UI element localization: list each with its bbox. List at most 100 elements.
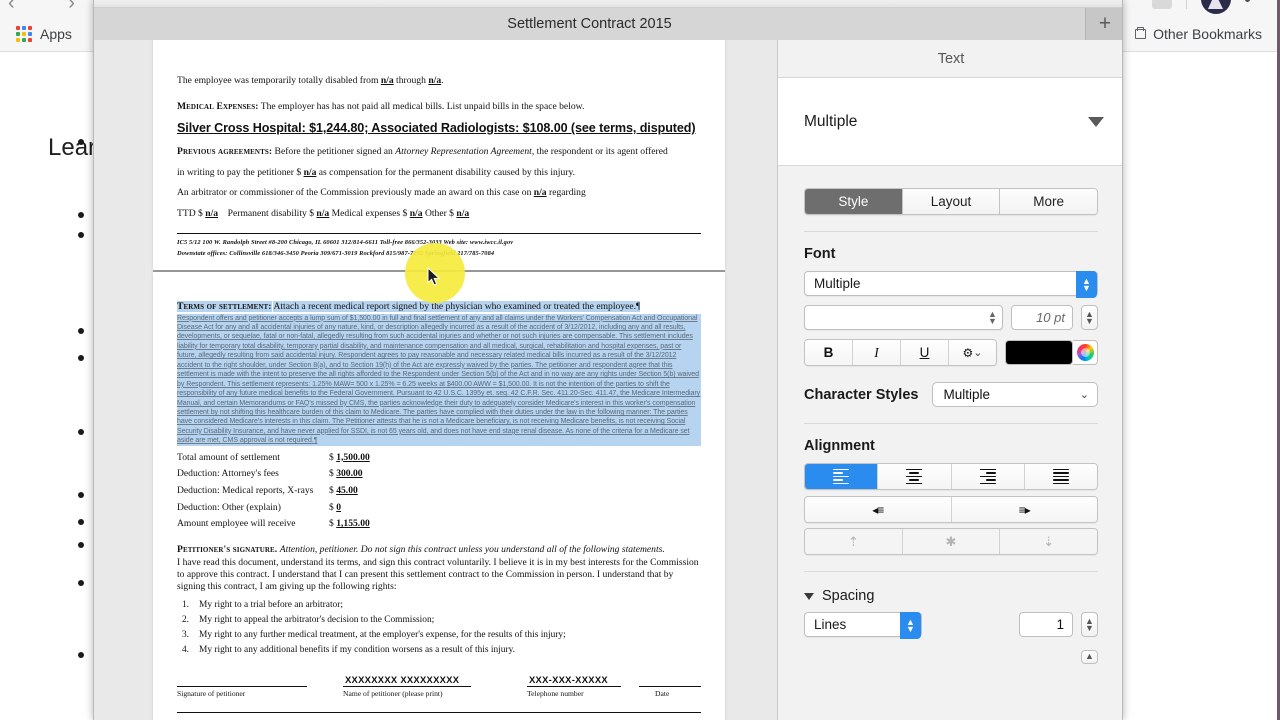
divider xyxy=(804,423,1098,424)
previous-agreements-heading: Previous agreements: xyxy=(177,146,273,158)
character-styles-select[interactable]: Multiple ⌄ xyxy=(932,382,1098,407)
right-item-text: My right to a trial before an arbitrator… xyxy=(199,599,343,610)
vertical-alignment-buttons[interactable]: ⇡ ✱ ⇣ xyxy=(804,528,1098,555)
spacing-mode-select[interactable]: Lines ▲ ▼ xyxy=(804,612,922,639)
color-wheel-icon xyxy=(1076,344,1094,361)
list-bullet xyxy=(78,139,84,145)
underline-button[interactable]: U xyxy=(901,340,949,365)
horizontal-alignment-buttons[interactable] xyxy=(804,463,1098,490)
indent-buttons[interactable]: ◂≡ ≡▸ xyxy=(804,496,1098,523)
document-canvas[interactable]: The employee was temporarily totally dis… xyxy=(94,40,777,720)
document-page-1[interactable]: The employee was temporarily totally dis… xyxy=(153,40,725,270)
increase-indent-icon: ≡▸ xyxy=(1018,502,1031,517)
bookmark-other-bookmarks[interactable]: Other Bookmarks xyxy=(1135,26,1262,42)
pages-app-window: Settlement Contract 2015 + The employee … xyxy=(93,0,1123,720)
list-item: 3. My right to any further medical treatm… xyxy=(177,628,701,643)
date-caption: Date xyxy=(655,689,670,699)
align-middle-button[interactable]: ✱ xyxy=(902,529,1001,554)
spacing-amount-stepper[interactable]: ▲ ▼ xyxy=(1081,612,1098,637)
typeface-select[interactable]: ▲ ▼ xyxy=(804,305,1003,330)
previous-agreements-line2: in writing to pay the petitioner $ n/a a… xyxy=(177,166,701,178)
medical-expenses-label: Medical expenses $ xyxy=(331,207,408,219)
align-justify-button[interactable] xyxy=(1024,464,1097,489)
chevron-down-icon[interactable] xyxy=(1088,116,1104,127)
text-color-swatch[interactable] xyxy=(1005,340,1073,365)
new-tab-button[interactable]: + xyxy=(1086,8,1122,40)
amount-label: Deduction: Medical reports, X-rays xyxy=(177,484,314,496)
font-size-stepper[interactable]: ▲ ▼ xyxy=(1081,305,1098,330)
amount-currency: $ xyxy=(329,451,334,463)
align-center-icon xyxy=(906,468,923,485)
inspector-title: Text xyxy=(778,40,1122,78)
align-right-button[interactable] xyxy=(951,464,1025,489)
spacing-section-header[interactable]: Spacing xyxy=(804,588,1122,604)
color-wheel-button[interactable] xyxy=(1073,340,1098,365)
amount-row: Deduction: Other (explain) $ 0 xyxy=(177,502,701,513)
character-styles-label: Character Styles xyxy=(804,386,919,403)
terms-heading: Terms of settlement: xyxy=(177,301,272,312)
petitioner-signature-section: Petitioner's signature. Attention, petit… xyxy=(177,544,701,555)
apps-grid-icon xyxy=(16,26,32,42)
medical-expenses-value: n/a xyxy=(409,207,423,219)
disabled-post: . xyxy=(441,75,444,86)
spacing-extra-stepper[interactable]: ▲ xyxy=(1081,649,1098,664)
font-options-button[interactable]: ⚙ ⌄ xyxy=(949,340,996,365)
amount-value: 1,500.00 xyxy=(336,451,370,463)
extension-icon[interactable] xyxy=(1152,0,1172,9)
disabled-from-value: n/a xyxy=(380,75,394,86)
text-color-control[interactable] xyxy=(1005,340,1098,365)
align-right-icon xyxy=(979,468,996,485)
signature-caption: Signature of petitioner xyxy=(177,689,246,699)
attorney-section-divider xyxy=(177,712,701,714)
previous-award-date-value: n/a xyxy=(533,187,547,199)
spacing-section-label: Spacing xyxy=(822,588,875,604)
rights-list: 1. My right to a trial before an arbitrat… xyxy=(177,598,701,659)
list-bullet xyxy=(78,652,84,658)
amount-label: Deduction: Attorney's fees xyxy=(177,468,279,480)
browser-nav-arrows[interactable]: ‹ › xyxy=(8,0,99,15)
stepper-icon[interactable]: ▲ ▼ xyxy=(983,306,1002,329)
decrease-indent-button[interactable]: ◂≡ xyxy=(805,497,952,522)
tab-layout[interactable]: Layout xyxy=(902,189,1001,214)
bookmark-apps[interactable]: Apps xyxy=(16,26,72,42)
paragraph-style-selector[interactable]: Multiple xyxy=(778,78,1122,166)
tab-style[interactable]: Style xyxy=(805,189,903,214)
amount-value: 1,155.00 xyxy=(336,518,370,530)
list-number: 4. xyxy=(181,645,189,656)
disabled-pre: The employee was temporarily totally dis… xyxy=(177,75,379,86)
previous-agreements-l2a: in writing to pay the petitioner $ xyxy=(177,166,302,178)
decrease-indent-icon: ◂≡ xyxy=(872,502,884,517)
document-page-2[interactable]: Terms of settlement: Attach a recent med… xyxy=(153,272,725,720)
browser-extensions[interactable] xyxy=(1152,0,1250,14)
divider xyxy=(804,231,1098,232)
disabled-mid: through xyxy=(396,75,426,86)
stepper-icon[interactable]: ▲ ▼ xyxy=(900,612,921,639)
terms-lead: Attach a recent medical report signed by… xyxy=(273,301,637,312)
align-bottom-button[interactable]: ⇣ xyxy=(1000,529,1097,554)
align-left-button[interactable] xyxy=(805,464,879,489)
disclosure-triangle-icon[interactable] xyxy=(804,592,814,600)
bold-button[interactable]: B xyxy=(805,340,853,365)
font-family-select[interactable]: Multiple ▲ ▼ xyxy=(804,271,1098,298)
spacing-row: Lines ▲ ▼ 1 ▲ ▼ xyxy=(804,612,1098,639)
increase-indent-button[interactable]: ≡▸ xyxy=(951,497,1097,522)
align-center-button[interactable] xyxy=(878,464,952,489)
other-label: Other $ xyxy=(424,207,454,219)
italic-button[interactable]: I xyxy=(853,340,901,365)
font-size-input[interactable]: 10 pt xyxy=(1011,305,1073,330)
menu-dot-icon[interactable] xyxy=(1245,0,1250,2)
list-bullet xyxy=(78,328,84,334)
inspector-tab-group[interactable]: Style Layout More xyxy=(804,188,1098,215)
tab-settlement-contract-2015[interactable]: Settlement Contract 2015 xyxy=(94,8,1086,40)
tab-more[interactable]: More xyxy=(1000,189,1097,214)
font-style-buttons[interactable]: B I U ⚙ ⌄ xyxy=(804,339,997,366)
list-bullet xyxy=(78,232,84,238)
spacing-amount-input[interactable]: 1 xyxy=(1019,612,1073,637)
avatar[interactable] xyxy=(1201,0,1231,14)
medical-expenses-line: Medical Expenses: The employer has has n… xyxy=(177,101,701,112)
amount-label: Total amount of settlement xyxy=(177,451,280,463)
telephone-caption: Telephone number xyxy=(527,689,584,699)
align-top-icon: ⇡ xyxy=(847,533,859,549)
align-top-button[interactable]: ⇡ xyxy=(805,529,903,554)
stepper-icon[interactable]: ▲ ▼ xyxy=(1076,271,1097,298)
